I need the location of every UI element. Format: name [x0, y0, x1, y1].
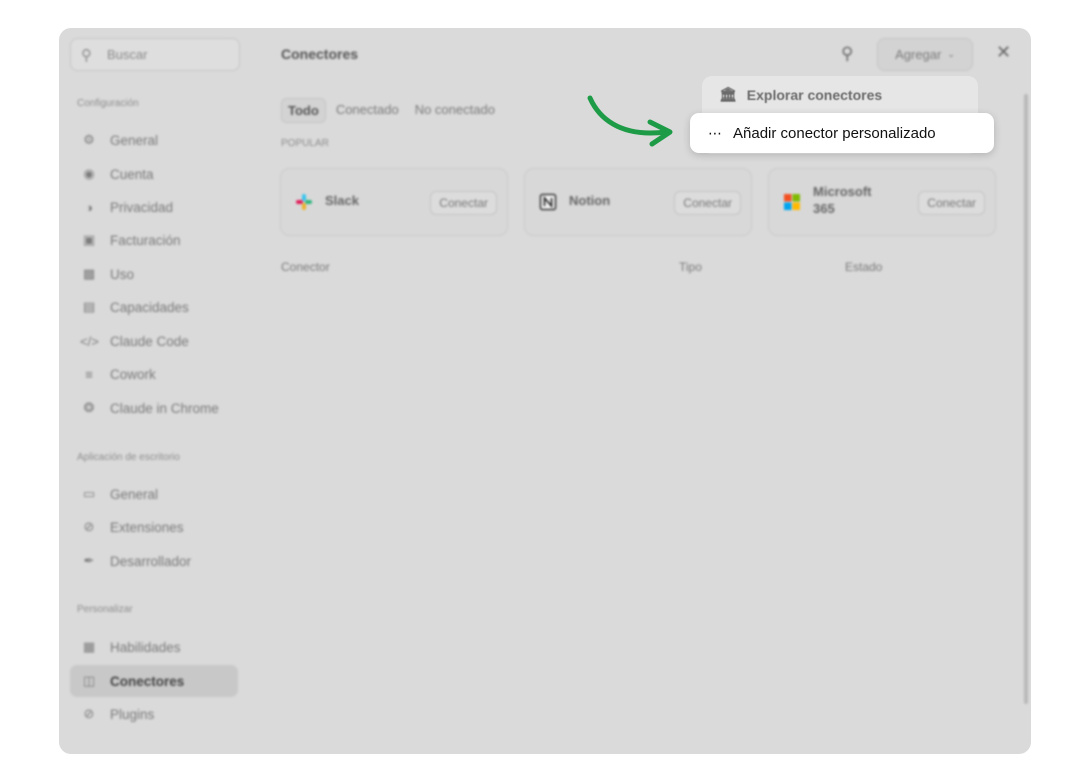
connector-name-line2: 365	[813, 201, 835, 216]
sidebar-item-label: General	[110, 132, 159, 148]
gear-icon: ⚙	[83, 132, 95, 147]
plug-icon: ⊘	[83, 519, 95, 534]
sidebar-item-label: Conectores	[110, 673, 185, 689]
section-title-personalizar: Personalizar	[77, 604, 133, 615]
slack-logo-icon	[296, 194, 312, 210]
sidebar-item-habilidades[interactable]: ▦ Habilidades	[70, 631, 238, 663]
briefcase-icon: ▤	[82, 299, 96, 314]
sidebar-item-general[interactable]: ⚙ General	[70, 124, 238, 156]
column-header-tipo: Tipo	[679, 260, 702, 274]
skills-icon: ▦	[82, 639, 96, 654]
plug-icon: ⊘	[83, 706, 95, 721]
code-icon: </>	[80, 333, 99, 349]
billing-icon: ▣	[82, 232, 96, 247]
sidebar-item-claude-code[interactable]: </> Claude Code	[70, 325, 238, 357]
connect-button[interactable]: Conectar	[674, 191, 741, 215]
monitor-icon: ▭	[82, 486, 96, 501]
notion-logo-icon	[539, 193, 557, 211]
sidebar-item-label: Desarrollador	[110, 553, 192, 569]
scrollbar[interactable]	[1024, 94, 1028, 704]
account-icon: ◉	[83, 166, 95, 181]
sidebar-item-claude-in-chrome[interactable]: ❂ Claude in Chrome	[70, 392, 238, 424]
add-button[interactable]: Agregar ⌄	[877, 38, 973, 71]
connector-card-microsoft-365: Microsoft 365 Conectar	[768, 168, 996, 236]
sidebar-item-uso[interactable]: ▩ Uso	[70, 258, 238, 290]
filter-tabs: Todo Conectado No conectado	[281, 98, 501, 123]
search-placeholder: Buscar	[107, 47, 148, 62]
annotation-arrow-icon	[587, 95, 673, 147]
close-icon[interactable]: ✕	[996, 42, 1011, 63]
sidebar-item-label: Claude Code	[110, 333, 189, 349]
connect-button[interactable]: Conectar	[430, 191, 497, 215]
search-icon: ⚲	[81, 46, 92, 64]
sidebar-item-label: Facturación	[110, 232, 181, 248]
chrome-icon: ❂	[83, 400, 95, 415]
section-title-aplicacion: Aplicación de escritorio	[77, 452, 180, 463]
sidebar-item-desarrollador[interactable]: ✒ Desarrollador	[70, 545, 238, 577]
connector-name: Notion	[569, 193, 611, 208]
sidebar-item-conectores[interactable]: ◫ Conectores	[70, 665, 238, 697]
connectors-icon: ◫	[82, 673, 96, 688]
sidebar-item-label: General	[110, 486, 159, 502]
menu-item-add-custom-connector[interactable]: ⋯ Añadir conector personalizado	[690, 113, 994, 153]
more-icon: ⋯	[708, 124, 723, 141]
connect-button[interactable]: Conectar	[918, 191, 985, 215]
menu-item-label: Añadir conector personalizado	[733, 124, 936, 142]
search-input[interactable]: ⚲ Buscar	[70, 38, 240, 71]
tab-no-conectado[interactable]: No conectado	[409, 98, 501, 123]
sidebar-item-plugins[interactable]: ⊘ Plugins	[70, 698, 238, 730]
sidebar-item-capacidades[interactable]: ▤ Capacidades	[70, 291, 238, 323]
connector-name: Microsoft 365	[813, 183, 872, 217]
sidebar-item-desktop-general[interactable]: ▭ General	[70, 478, 238, 510]
sidebar-item-privacidad[interactable]: ◑ Privacidad	[70, 191, 238, 223]
sidebar-item-cowork[interactable]: ≡ Cowork	[70, 358, 238, 390]
section-popular: POPULAR	[281, 138, 329, 149]
menu-item-explorar[interactable]: 🏛 Explorar conectores	[719, 86, 882, 103]
sidebar-item-label: Cuenta	[110, 166, 154, 182]
sidebar-item-facturacion[interactable]: ▣ Facturación	[70, 224, 238, 256]
microsoft-logo-icon	[784, 194, 800, 210]
menu-item-label: Explorar conectores	[746, 86, 883, 103]
connector-card-slack: Slack Conectar	[280, 168, 508, 236]
add-button-label: Agregar	[895, 47, 942, 62]
sidebar-item-label: Plugins	[110, 706, 155, 722]
sidebar-item-label: Cowork	[110, 366, 156, 382]
section-title-configuracion: Configuración	[77, 98, 139, 109]
shield-icon: ◑	[85, 199, 93, 215]
sidebar-item-cuenta[interactable]: ◉ Cuenta	[70, 158, 238, 190]
column-header-estado: Estado	[845, 260, 883, 274]
sidebar-item-extensiones[interactable]: ⊘ Extensiones	[70, 511, 238, 543]
connector-name: Slack	[325, 193, 359, 208]
wrench-icon: ✒	[83, 553, 95, 568]
tab-todo[interactable]: Todo	[281, 98, 326, 123]
chevron-down-icon: ⌄	[947, 49, 955, 59]
search-icon[interactable]: ⚲	[841, 44, 853, 64]
sidebar-item-label: Claude in Chrome	[110, 400, 219, 416]
page-title: Conectores	[281, 46, 359, 62]
sidebar-item-label: Capacidades	[110, 299, 189, 315]
bank-icon: 🏛	[719, 86, 737, 102]
connector-name-line1: Microsoft	[813, 184, 872, 199]
sidebar-item-label: Privacidad	[110, 199, 174, 215]
tab-conectado[interactable]: Conectado	[330, 98, 405, 123]
list-icon: ≡	[85, 366, 93, 382]
bar-chart-icon: ▩	[82, 266, 96, 281]
sidebar-item-label: Extensiones	[110, 519, 184, 535]
sidebar-item-label: Habilidades	[110, 639, 181, 655]
column-header-conector: Conector	[281, 260, 330, 274]
connector-card-notion: Notion Conectar	[524, 168, 752, 236]
sidebar-item-label: Uso	[110, 266, 135, 282]
